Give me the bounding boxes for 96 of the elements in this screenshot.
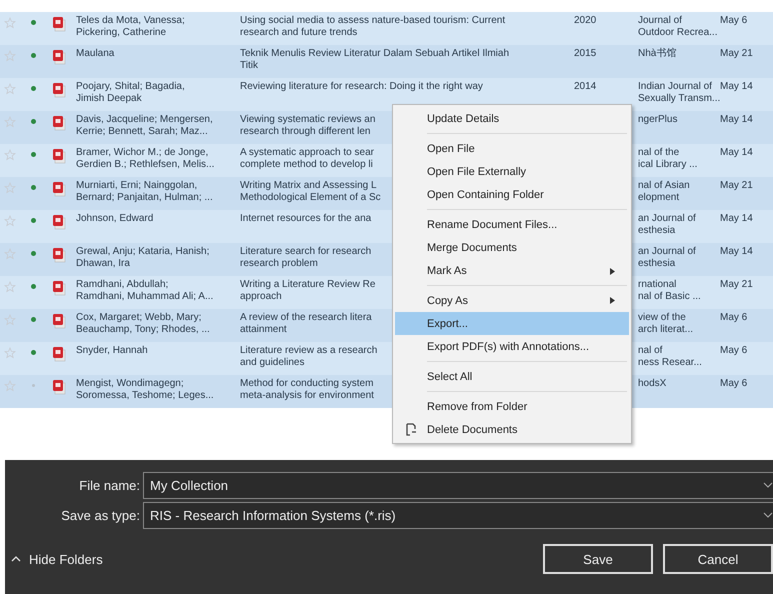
authors-cell-text: Poojary, Shital; Bagadia, Jimish Deepak [76, 80, 186, 105]
dropdown-chevron-icon[interactable] [763, 482, 773, 488]
year-cell-text: 2015 [574, 48, 598, 60]
date-added-cell: May 6 [720, 15, 748, 27]
menu-item[interactable]: Delete Documents [395, 418, 629, 441]
save-button[interactable]: Save [543, 544, 653, 574]
date-added-cell: May 21 [720, 180, 753, 192]
hide-folders-button[interactable]: Hide Folders [5, 546, 109, 572]
date-added-cell: May 6 [720, 312, 748, 324]
authors-cell-text: Bramer, Wichor M.; de Jonge, Gerdien B.; Rethlefsen, Melis... [76, 146, 216, 171]
star-icon[interactable] [4, 50, 16, 62]
pdf-file-icon [52, 115, 66, 131]
star-icon[interactable] [4, 116, 16, 128]
menu-item[interactable]: Open File Externally [395, 160, 629, 183]
authors-cell-text: Grewal, Anju; Kataria, Hanish; Dhawan, Ira [76, 245, 210, 270]
pdf-file-icon [52, 346, 66, 362]
pdf-file-icon [52, 247, 66, 263]
journal-cell-text: Indian Journal of Sexually Transm... [638, 80, 720, 105]
title-cell: Writing Matrix and Assessing L Methodological Element of a Sc [240, 180, 381, 204]
date-added-cell: May 14 [720, 213, 753, 225]
date-added-cell: May 14 [720, 81, 753, 93]
dropdown-chevron-icon[interactable] [763, 512, 773, 518]
journal-cell-text: nal of Asian elopment [638, 179, 691, 204]
year-cell-text: 2014 [574, 81, 598, 93]
pdf-file-icon [52, 16, 66, 32]
save-as-type-label: Save as type: [60, 508, 141, 522]
star-icon[interactable] [4, 281, 16, 293]
title-cell: A review of the research litera attainment [240, 312, 372, 336]
star-icon[interactable] [4, 248, 16, 260]
journal-cell-text: ngerPlus [638, 113, 678, 126]
file-name-field[interactable]: My Collection [143, 472, 773, 498]
date-added-cell: May 14 [720, 114, 753, 126]
journal-cell-text: Journal of Outdoor Recrea... [638, 14, 718, 39]
title-cell: Literature review as a research and guidelines [240, 345, 378, 369]
star-icon[interactable] [4, 347, 16, 359]
star-icon[interactable] [4, 380, 16, 392]
star-icon[interactable] [4, 182, 16, 194]
pdf-file-icon [52, 214, 66, 230]
star-icon[interactable] [4, 83, 16, 95]
menu-item[interactable]: Open File [395, 137, 629, 160]
menu-item[interactable]: Export... [395, 312, 629, 335]
pdf-file-icon [52, 49, 66, 65]
journal-cell-text: an Journal of esthesia [638, 212, 697, 237]
authors-cell-text: Johnson, Edward [76, 212, 154, 225]
pdf-file-icon [52, 148, 66, 164]
date-added-cell: May 14 [720, 147, 753, 159]
pdf-file-icon [52, 379, 66, 395]
submenu-arrow-icon [610, 268, 615, 274]
title-cell: Method for conducting system meta-analysis for environment [240, 378, 374, 402]
journal-cell-text: an Journal of esthesia [638, 245, 697, 270]
menu-item[interactable]: Remove from Folder [395, 395, 629, 418]
journal-cell-text: Nhà书馆 [638, 46, 678, 60]
title-cell: Using social media to assess nature-based tourism: Current research and future trends [240, 15, 506, 39]
pdf-file-icon [52, 313, 66, 329]
star-icon[interactable] [4, 215, 16, 227]
pdf-file-icon [52, 82, 66, 98]
title-cell: Internet resources for the ana [240, 213, 372, 225]
star-icon[interactable] [4, 17, 16, 29]
authors-cell-text: Ramdhani, Abdullah; Ramdhani, Muhammad Ali; A... [76, 278, 214, 303]
title-cell: Teknik Menulis Review Literatur Dalam Sebuah Artikel Ilmiah Titik [240, 48, 510, 72]
authors-cell-text: Cox, Margaret; Webb, Mary; Beauchamp, Tony; Rhodes, ... [76, 311, 211, 336]
journal-cell-text: nal of the ical Library ... [638, 146, 698, 171]
journal-cell-text: rnational nal of Basic ... [638, 278, 702, 303]
date-added-cell: May 21 [720, 279, 753, 291]
title-cell: Viewing systematic reviews an research through different len [240, 114, 376, 138]
save-as-type-dropdown[interactable]: RIS - Research Information Systems (*.ris) [143, 502, 773, 528]
chevron-up-icon [11, 556, 21, 562]
cancel-button[interactable]: Cancel [663, 544, 773, 574]
authors-cell-text: Davis, Jacqueline; Mengersen, Kerrie; Bennett, Sarah; Maz... [76, 113, 214, 138]
title-cell: Reviewing literature for research: Doing it the right way [240, 81, 483, 93]
journal-cell-text: hodsX [638, 377, 668, 390]
file-name-label: File name: [78, 478, 141, 492]
title-cell: Writing a Literature Review Re approach [240, 279, 376, 303]
menu-item[interactable]: Rename Document Files... [395, 213, 629, 236]
date-added-cell: May 6 [720, 345, 748, 357]
submenu-arrow-icon [610, 297, 615, 304]
date-added-cell: May 21 [720, 48, 753, 60]
authors-cell-text: Teles da Mota, Vanessa; Pickering, Catherine [76, 14, 186, 39]
journal-cell-text: view of the arch literat... [638, 311, 694, 336]
menu-item[interactable]: Merge Documents [395, 236, 629, 259]
star-icon[interactable] [4, 149, 16, 161]
date-added-cell: May 14 [720, 246, 753, 258]
authors-cell-text: Snyder, Hannah [76, 344, 149, 357]
menu-item[interactable]: Copy As [395, 289, 629, 312]
title-cell: A systematic approach to sear complete method to develop li [240, 147, 374, 171]
year-cell-text: 2020 [574, 15, 598, 27]
journal-cell-text: nal of ness Resear... [638, 344, 703, 369]
pdf-file-icon [52, 280, 66, 296]
authors-cell-text: Maulana [76, 47, 116, 60]
pdf-file-icon [52, 181, 66, 197]
delete-document-icon [405, 423, 417, 436]
star-icon[interactable] [4, 314, 16, 326]
authors-cell-text: Mengist, Wondimagegn; Soromessa, Teshome; Leges... [76, 377, 215, 402]
date-added-cell: May 6 [720, 378, 748, 390]
authors-cell-text: Murniarti, Erni; Nainggolan, Bernard; Panjaitan, Hulman; ... [76, 179, 214, 204]
title-cell: Literature search for research research problem [240, 246, 372, 270]
